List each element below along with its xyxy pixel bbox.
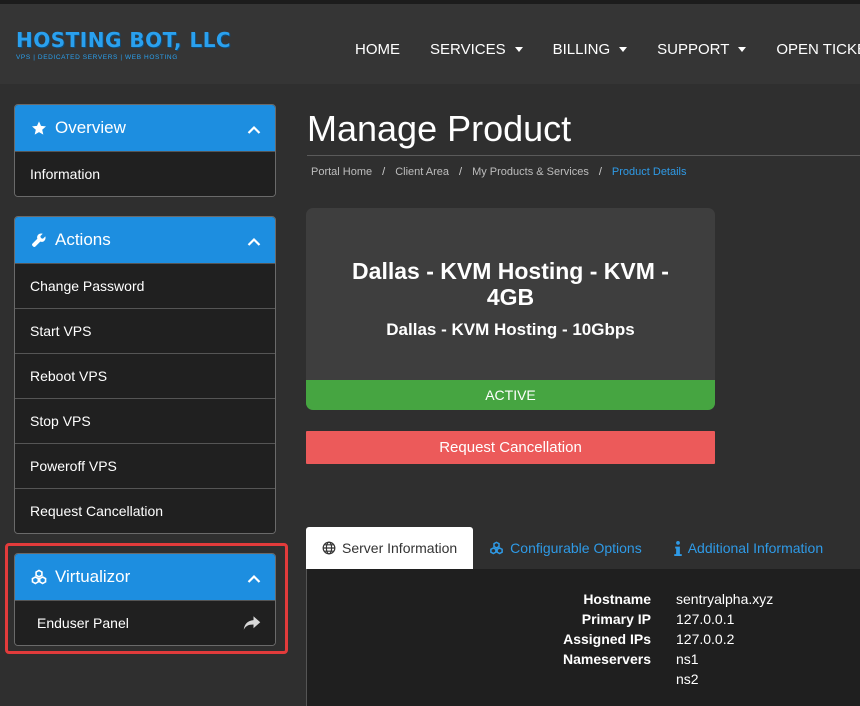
breadcrumb: Portal Home / Client Area / My Products … (311, 166, 687, 178)
product-group: Dallas - KVM Hosting - 10Gbps (386, 320, 635, 339)
top-navbar: HOSTING BOT, LLC VPS | DEDICATED SERVERS… (0, 0, 860, 84)
nav-support-label: SUPPORT (657, 41, 730, 58)
sidebar-item-enduser-panel[interactable]: Enduser Panel (15, 600, 275, 645)
virtualizor-panel-title: Virtualizor (55, 567, 131, 586)
sidebar-item-change-password[interactable]: Change Password (15, 263, 275, 308)
tab-server-information-label: Server Information (342, 540, 458, 556)
nameservers-label: Nameservers (563, 651, 651, 667)
main-nav: HOME SERVICES BILLING SUPPORT OPEN TICKE… (355, 41, 860, 58)
nav-billing[interactable]: BILLING (553, 41, 628, 58)
sidebar-item-information[interactable]: Information (15, 151, 275, 196)
tab-additional-information[interactable]: Additional Information (658, 527, 839, 569)
caret-down-icon (514, 47, 523, 52)
globe-icon (322, 541, 336, 555)
nav-services[interactable]: SERVICES (430, 41, 523, 58)
breadcrumb-separator: / (459, 166, 463, 178)
brand-name: HOSTING BOT, LLC (16, 28, 232, 52)
cubes-icon (30, 568, 48, 586)
info-row-primary-ip: Primary IP 127.0.0.1 (307, 611, 860, 631)
nav-billing-label: BILLING (552, 41, 611, 58)
primary-ip-label: Primary IP (581, 611, 651, 627)
nameserver-2-value: ns2 (676, 671, 699, 687)
cubes-icon (489, 541, 504, 555)
tab-configurable-options-label: Configurable Options (510, 540, 642, 556)
info-row-hostname: Hostname sentryalpha.xyz (307, 591, 860, 611)
breadcrumb-separator: / (382, 166, 386, 178)
overview-panel-header[interactable]: Overview (15, 105, 275, 151)
product-name: Dallas - KVM Hosting - KVM - 4GB (352, 258, 669, 310)
share-arrow-icon (243, 615, 261, 634)
nav-support[interactable]: SUPPORT (657, 41, 747, 58)
actions-panel: Actions Change Password Start VPS Reboot… (14, 216, 276, 534)
assigned-ips-value: 127.0.0.2 (676, 631, 735, 647)
breadcrumb-separator: / (598, 166, 602, 178)
nav-home[interactable]: HOME (355, 41, 400, 58)
tab-server-information[interactable]: Server Information (306, 527, 474, 569)
caret-down-icon (738, 47, 747, 52)
nameserver-1-value: ns1 (676, 651, 699, 667)
page-title: Manage Product (307, 108, 572, 149)
virtualizor-panel-header[interactable]: Virtualizor (15, 554, 275, 600)
star-icon (30, 119, 48, 137)
title-divider (307, 155, 860, 156)
breadcrumb-my-products[interactable]: My Products & Services (472, 166, 589, 178)
info-icon (673, 540, 682, 556)
overview-panel-title: Overview (55, 118, 126, 137)
brand-tagline: VPS | DEDICATED SERVERS | WEB HOSTING (16, 54, 178, 61)
status-badge: ACTIVE (306, 380, 715, 410)
product-card: Dallas - KVM Hosting - KVM - 4GB Dallas … (306, 208, 715, 410)
assigned-ips-label: Assigned IPs (563, 631, 651, 647)
chevron-up-icon[interactable] (247, 122, 261, 140)
request-cancellation-button[interactable]: Request Cancellation (306, 431, 715, 464)
nav-open-ticket[interactable]: OPEN TICKET (776, 41, 860, 58)
virtualizor-panel: Virtualizor Enduser Panel (14, 553, 276, 646)
wrench-icon (30, 231, 48, 249)
sidebar-item-enduser-panel-label: Enduser Panel (37, 615, 129, 631)
breadcrumb-client-area[interactable]: Client Area (395, 166, 449, 178)
sidebar-item-stop-vps[interactable]: Stop VPS (15, 398, 275, 443)
hostname-value: sentryalpha.xyz (676, 591, 774, 607)
primary-ip-value: 127.0.0.1 (676, 611, 735, 627)
info-row-assigned-ips: Assigned IPs 127.0.0.2 (307, 631, 860, 651)
actions-panel-title: Actions (55, 230, 111, 249)
brand-logo[interactable]: HOSTING BOT, LLC VPS | DEDICATED SERVERS… (16, 28, 231, 61)
sidebar-item-reboot-vps[interactable]: Reboot VPS (15, 353, 275, 398)
nav-services-label: SERVICES (430, 41, 506, 58)
nav-open-ticket-label: OPEN TICKET (776, 41, 860, 58)
product-tabs: Server Information Configurable Options … (306, 527, 839, 569)
tab-additional-information-label: Additional Information (687, 540, 824, 556)
caret-down-icon (619, 47, 628, 52)
overview-panel: Overview Information (14, 104, 276, 197)
info-row-nameservers-2: ns2 (307, 671, 860, 691)
actions-panel-header[interactable]: Actions (15, 217, 275, 263)
sidebar-item-poweroff-vps[interactable]: Poweroff VPS (15, 443, 275, 488)
breadcrumb-product-details: Product Details (611, 166, 687, 178)
tab-configurable-options[interactable]: Configurable Options (473, 527, 658, 569)
chevron-up-icon[interactable] (247, 234, 261, 252)
hostname-label: Hostname (583, 591, 651, 607)
server-info-panel: Hostname sentryalpha.xyz Primary IP 127.… (306, 569, 860, 706)
info-row-nameservers: Nameservers ns1 (307, 651, 860, 671)
breadcrumb-portal-home[interactable]: Portal Home (311, 166, 372, 178)
nav-home-label: HOME (355, 41, 400, 58)
chevron-up-icon[interactable] (247, 571, 261, 589)
sidebar-item-start-vps[interactable]: Start VPS (15, 308, 275, 353)
sidebar-item-request-cancellation[interactable]: Request Cancellation (15, 488, 275, 533)
